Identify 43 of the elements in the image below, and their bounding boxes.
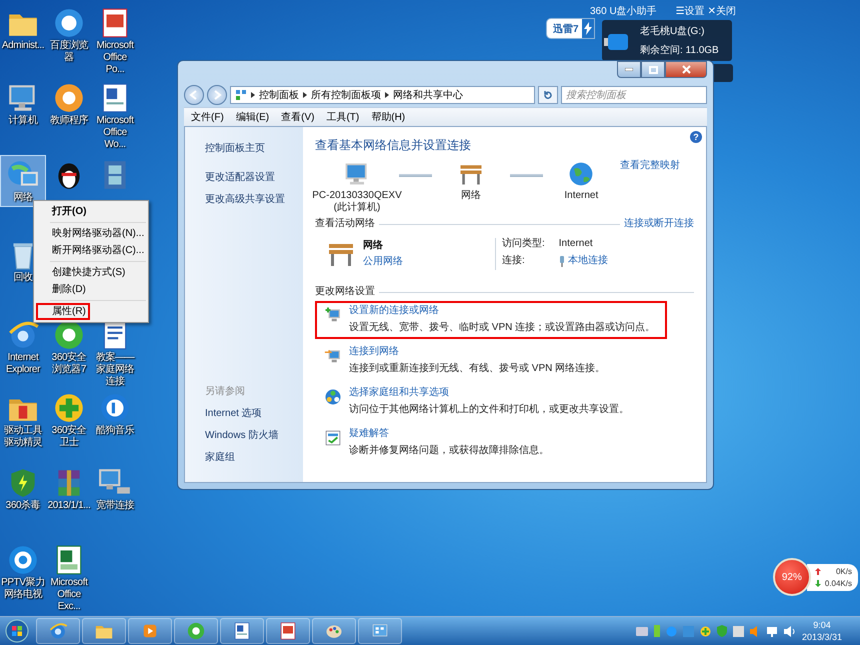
section-title: 更改网络设置 bbox=[315, 286, 375, 298]
page-heading: 查看基本网络信息并设置连接 bbox=[315, 137, 472, 154]
network-name: 网络 bbox=[363, 238, 384, 252]
node-label: PC-20130330QEXV (此计算机) bbox=[312, 190, 402, 214]
access-type-value: Internet bbox=[558, 238, 594, 250]
desktop-icon-label: 360安全浏览器7 bbox=[50, 352, 88, 376]
task-description: 诊断并修复网络问题，或获得故障排除信息。 bbox=[349, 445, 549, 457]
memory-percent: 92% bbox=[782, 572, 802, 582]
desktop-icon-label: Microsoft Office Po... bbox=[96, 40, 135, 76]
desktop-icon-label: 360安全卫士 bbox=[50, 425, 88, 449]
desktop-icon-label: 回收 bbox=[12, 272, 34, 284]
task-description: 访问位于其他网络计算机上的文件和打印机，或更改共享设置。 bbox=[349, 404, 629, 416]
see-also-title: 另请参阅 bbox=[205, 384, 246, 398]
node-label: Internet bbox=[564, 190, 598, 202]
desktop-icon-label: Microsoft Office Wo... bbox=[96, 115, 135, 151]
desktop-icon-label: 教案——家庭网络连接 bbox=[94, 352, 136, 388]
desktop-icon-label: 计算机 bbox=[8, 115, 39, 127]
clock-time: 9:04 bbox=[813, 619, 831, 631]
drive-name: 老毛桃U盘(G:) bbox=[640, 24, 706, 38]
section-title: 查看活动网络 bbox=[315, 218, 375, 230]
desktop-icon-label: 宽带连接 bbox=[94, 500, 136, 512]
desktop-icon-label: 酷狗音乐 bbox=[94, 425, 136, 437]
clock-date: 2013/3/31 bbox=[802, 631, 842, 643]
badge-label: 迅雷7 bbox=[553, 22, 579, 36]
desktop-icon-label: 网络 bbox=[12, 192, 34, 204]
node-label: 网络 bbox=[460, 190, 481, 202]
desktop-icon-label: Microsoft Office Exc... bbox=[50, 577, 89, 613]
access-type-label: 访问类型: bbox=[502, 238, 545, 250]
desktop-icon-label: 百度浏览器 bbox=[48, 40, 90, 64]
free-space: 剩余空间: 11.0GB bbox=[640, 44, 720, 57]
widget-title: 360 U盘小助手 bbox=[590, 4, 657, 18]
desktop-icon-label: 360杀毒 bbox=[4, 500, 42, 512]
task-description: 连接到或重新连接到无线、有线、拨号或 VPN 网络连接。 bbox=[349, 363, 606, 375]
desktop-icon-label: Internet Explorer bbox=[4, 352, 42, 376]
desktop-icon-label: 2013/1/1... bbox=[47, 500, 91, 512]
download-speed: 0.04K/s bbox=[824, 578, 852, 588]
connection-label: 连接: bbox=[502, 255, 526, 267]
task-description: 设置无线、宽带、拨号、临时或 VPN 连接；或设置路由器或访问点。 bbox=[349, 322, 656, 334]
desktop-icon-label: PPTV聚力网络电视 bbox=[1, 577, 45, 601]
upload-speed: 0K/s bbox=[834, 566, 852, 576]
desktop-icon-label: 驱动工具驱动精灵 bbox=[2, 425, 44, 449]
desktop-icon-label: Administ... bbox=[1, 40, 45, 52]
desktop-icon-label: 教师程序 bbox=[48, 115, 90, 127]
